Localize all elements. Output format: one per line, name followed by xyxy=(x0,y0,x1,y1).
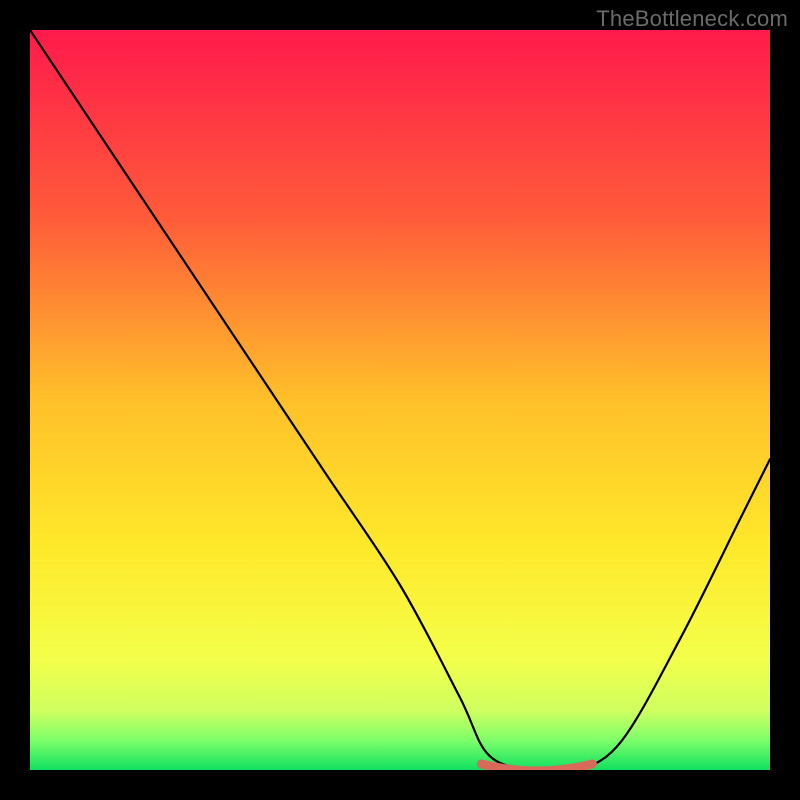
plot-area xyxy=(30,30,770,770)
chart-svg xyxy=(30,30,770,770)
chart-container: TheBottleneck.com xyxy=(0,0,800,800)
watermark-text: TheBottleneck.com xyxy=(596,6,788,32)
gradient-background xyxy=(30,30,770,770)
